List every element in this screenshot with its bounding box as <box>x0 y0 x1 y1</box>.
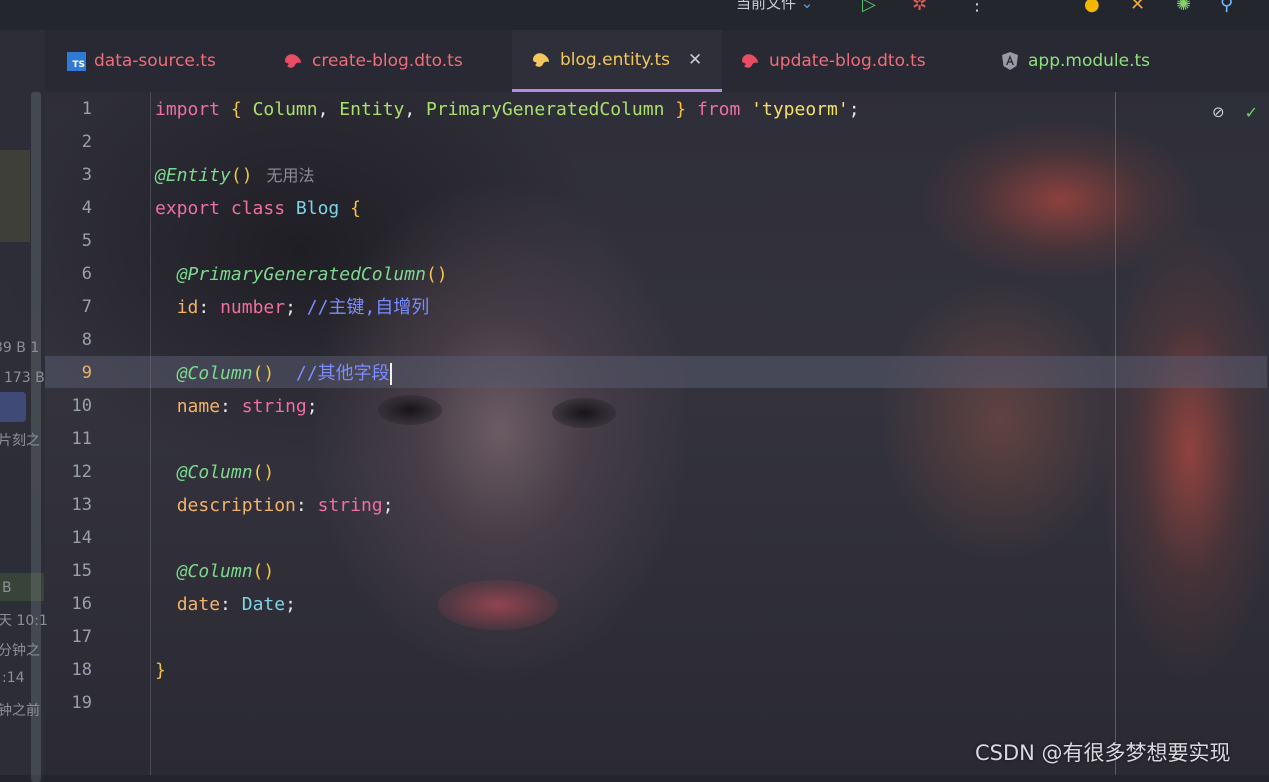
code-text: } <box>155 660 166 681</box>
code-line: 7 id: number; //主键,自增列 <box>45 291 1115 324</box>
tab-data-source[interactable]: TS data-source.ts <box>67 30 216 92</box>
code-line: 3 @Entity() 无用法 <box>45 159 1115 192</box>
code-line: 19 <box>45 687 1115 720</box>
tab-blog-entity[interactable]: blog.entity.ts ✕ <box>512 30 722 92</box>
line-number: 17 <box>71 627 92 647</box>
file-time-text: 天 10:1 <box>0 613 48 629</box>
file-time-text: 片刻之 <box>0 433 40 449</box>
line-number: 9 <box>81 363 92 383</box>
line-number: 16 <box>71 594 92 614</box>
ai-assistant-icon[interactable]: ✺ <box>1176 0 1191 15</box>
code-line: 11 <box>45 423 1115 456</box>
line-number: 10 <box>71 396 92 416</box>
debug-icon[interactable]: ✲ <box>912 0 927 15</box>
run-icon[interactable]: ▷ <box>862 0 876 15</box>
file-time-text: :14 <box>2 670 25 686</box>
code-line: 17 <box>45 621 1115 654</box>
inspection-widget[interactable]: ⊘ ✓ <box>1202 97 1268 127</box>
code-editor[interactable]: ⊘ ✓ 1 import { Column, Entity, PrimaryGe… <box>45 92 1269 775</box>
line-number: 11 <box>71 429 92 449</box>
editor-tab-bar: TS data-source.ts create-blog.dto.ts blo… <box>45 30 1269 92</box>
code-line: 8 <box>45 324 1115 357</box>
check-icon: ✓ <box>1244 102 1258 122</box>
code-line: 5 <box>45 225 1115 258</box>
line-number: 1 <box>81 99 92 119</box>
code-text: description: string; <box>176 495 394 516</box>
code-line-current: 9 @Column() //其他字段 <box>45 357 1115 390</box>
code-line: 18 } <box>45 654 1115 687</box>
code-comment: //其他字段 <box>295 363 390 384</box>
code-text: import { Column, Entity, PrimaryGenerate… <box>155 99 860 120</box>
code-line: 12 @Column() <box>45 456 1115 489</box>
project-highlight <box>0 150 30 242</box>
line-number: 3 <box>81 165 92 185</box>
code-line: 13 description: string; <box>45 489 1115 522</box>
search-icon[interactable]: ⚲ <box>1220 0 1233 15</box>
line-number: 4 <box>81 198 92 218</box>
code-text: @Entity() 无用法 <box>155 165 315 186</box>
code-line: 2 <box>45 126 1115 159</box>
line-number: 15 <box>71 561 92 581</box>
reader-mode-icon[interactable]: ⊘ <box>1212 103 1225 121</box>
code-line: 6 @PrimaryGeneratedColumn() <box>45 258 1115 291</box>
code-line: 15 @Column() <box>45 555 1115 588</box>
tools-icon[interactable]: ✕ <box>1130 0 1145 15</box>
tab-update-blog-dto[interactable]: update-blog.dto.ts <box>739 30 926 92</box>
inlay-hint[interactable]: 无用法 <box>267 166 315 185</box>
watermark: CSDN @有很多梦想要实现 <box>975 741 1231 765</box>
nestjs-icon <box>742 54 758 68</box>
line-number: 12 <box>71 462 92 482</box>
code-text: @Column() //其他字段 <box>176 363 392 385</box>
line-number: 7 <box>81 297 92 317</box>
line-number: 2 <box>81 132 92 152</box>
file-size-text: B <box>2 580 12 596</box>
code-text: name: string; <box>176 396 318 417</box>
code-text: export class Blog { <box>155 198 361 219</box>
code-line: 1 import { Column, Entity, PrimaryGenera… <box>45 93 1115 126</box>
line-number: 5 <box>81 231 92 251</box>
nestjs-icon <box>533 52 549 67</box>
current-file-selector[interactable]: 当前文件 ⌄ <box>736 0 813 13</box>
typescript-icon: TS <box>67 51 86 71</box>
project-selected-item[interactable] <box>0 392 26 422</box>
line-number: 8 <box>81 330 92 350</box>
code-line: 16 date: Date; <box>45 588 1115 621</box>
code-comment: //主键,自增列 <box>306 297 430 318</box>
code-text: id: number; //主键,自增列 <box>176 297 430 318</box>
line-number: 6 <box>81 264 92 284</box>
tab-app-module[interactable]: app.module.ts <box>1000 30 1150 92</box>
line-number: 13 <box>71 495 92 515</box>
line-number: 19 <box>71 693 92 713</box>
file-size-text: 39 B 1 <box>0 340 40 356</box>
file-size-text: 173 B <box>4 370 45 386</box>
code-text: @PrimaryGeneratedColumn() <box>176 264 448 285</box>
code-line: 14 <box>45 522 1115 555</box>
line-number: 18 <box>71 660 92 680</box>
more-options-icon[interactable]: ⋮ <box>968 0 986 15</box>
top-toolbar: 当前文件 ⌄ ▷ ✲ ⋮ ● ✕ ✺ ⚲ <box>0 0 1269 30</box>
nestjs-icon <box>285 54 301 68</box>
file-time-text: 钟之前 <box>0 703 40 719</box>
line-number: 14 <box>71 528 92 548</box>
tab-create-blog-dto[interactable]: create-blog.dto.ts <box>282 30 463 92</box>
right-margin-guide <box>1115 92 1116 775</box>
code-line: 4 export class Blog { <box>45 192 1115 225</box>
file-time-text: 分钟之 <box>0 643 40 659</box>
project-panel: 39 B 1 173 B 片刻之 B 天 10:1 分钟之 :14 钟之前 <box>0 30 48 782</box>
close-icon[interactable]: ✕ <box>688 50 702 70</box>
text-cursor <box>389 363 392 385</box>
code-text: date: Date; <box>176 594 296 615</box>
code-text: @Column() <box>176 561 275 582</box>
code-text: @Column() <box>176 462 275 483</box>
angular-icon <box>1002 52 1018 70</box>
user-icon[interactable]: ● <box>1084 0 1100 15</box>
code-line: 10 name: string; <box>45 390 1115 423</box>
